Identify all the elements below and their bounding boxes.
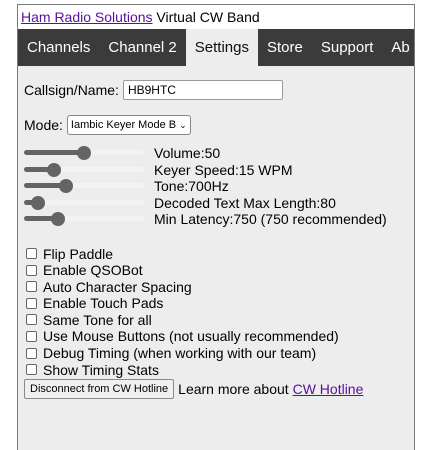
tone-row: Tone:700Hz bbox=[24, 178, 414, 194]
same-tone-label[interactable]: Same Tone for all bbox=[43, 312, 152, 328]
callsign-row: Callsign/Name: bbox=[24, 79, 414, 101]
tone-slider[interactable] bbox=[24, 178, 144, 194]
volume-slider[interactable] bbox=[24, 145, 144, 161]
decoded-text-length-label: Decoded Text Max Length:80 bbox=[154, 194, 336, 211]
slider-thumb[interactable] bbox=[31, 195, 46, 210]
mode-label: Mode: bbox=[24, 117, 63, 133]
tab-settings[interactable]: Settings bbox=[185, 29, 258, 66]
use-mouse-buttons-label[interactable]: Use Mouse Buttons (not usually recommend… bbox=[43, 328, 339, 344]
disconnect-hotline-button[interactable]: Disconnect from CW Hotline bbox=[24, 378, 175, 399]
tone-label: Tone:700Hz bbox=[154, 178, 229, 194]
enable-touch-pads-row: Enable Touch Pads bbox=[24, 295, 414, 311]
keyer-speed-label: Keyer Speed:15 WPM bbox=[154, 161, 293, 178]
keyer-speed-slider[interactable] bbox=[24, 162, 144, 178]
settings-panel: Callsign/Name: Mode: Iambic Keyer Mode B… bbox=[18, 79, 414, 399]
volume-row: Volume:50 bbox=[24, 145, 414, 161]
callsign-label: Callsign/Name: bbox=[24, 82, 119, 98]
enable-qsobot-label[interactable]: Enable QSOBot bbox=[43, 262, 143, 278]
use-mouse-buttons-checkbox[interactable] bbox=[26, 330, 37, 342]
tab-about[interactable]: Ab bbox=[382, 29, 414, 66]
tab-channel-2[interactable]: Channel 2 bbox=[99, 29, 185, 66]
enable-qsobot-row: Enable QSOBot bbox=[24, 262, 414, 278]
min-latency-slider[interactable] bbox=[24, 211, 144, 227]
slider-fill bbox=[24, 150, 84, 155]
mode-select-value: Iambic Keyer Mode B bbox=[70, 119, 177, 131]
flip-paddle-label[interactable]: Flip Paddle bbox=[43, 246, 113, 262]
hotline-row: Disconnect from CW Hotline Learn more ab… bbox=[24, 378, 414, 399]
ham-radio-solutions-link[interactable]: Ham Radio Solutions bbox=[21, 9, 153, 25]
enable-touch-pads-label[interactable]: Enable Touch Pads bbox=[43, 295, 163, 311]
tab-channels[interactable]: Channels bbox=[18, 29, 99, 66]
tab-bar: Channels Channel 2 Settings Store Suppor… bbox=[18, 29, 414, 66]
enable-touch-pads-checkbox[interactable] bbox=[26, 297, 37, 309]
debug-timing-checkbox[interactable] bbox=[26, 347, 37, 359]
slider-thumb[interactable] bbox=[47, 162, 61, 177]
min-latency-row: Min Latency:750 (750 recommended) bbox=[24, 211, 414, 227]
tab-store[interactable]: Store bbox=[258, 29, 312, 66]
learn-more-text: Learn more about CW Hotline bbox=[178, 381, 363, 397]
slider-thumb[interactable] bbox=[77, 146, 91, 160]
tab-support[interactable]: Support bbox=[312, 29, 383, 66]
callsign-input[interactable] bbox=[122, 80, 283, 100]
slider-group: Volume:50 Keyer Speed:15 WPM Tone:700Hz bbox=[24, 145, 414, 227]
decoded-text-length-slider[interactable] bbox=[24, 195, 144, 211]
auto-character-spacing-checkbox[interactable] bbox=[26, 281, 37, 293]
same-tone-checkbox[interactable] bbox=[26, 314, 37, 326]
mode-row: Mode: Iambic Keyer Mode B ⌄ bbox=[24, 115, 414, 135]
show-timing-stats-label[interactable]: Show Timing Stats bbox=[43, 362, 159, 378]
header-title: Virtual CW Band bbox=[156, 9, 260, 25]
volume-label: Volume:50 bbox=[154, 145, 221, 161]
flip-paddle-checkbox[interactable] bbox=[26, 248, 37, 259]
debug-timing-row: Debug Timing (when working with our team… bbox=[24, 345, 414, 361]
show-timing-stats-checkbox[interactable] bbox=[26, 364, 37, 376]
mode-select[interactable]: Iambic Keyer Mode B ⌄ bbox=[66, 115, 191, 135]
checkbox-group: Flip Paddle Enable QSOBot Auto Character… bbox=[24, 246, 414, 378]
min-latency-label: Min Latency:750 (750 recommended) bbox=[154, 211, 387, 227]
enable-qsobot-checkbox[interactable] bbox=[26, 264, 37, 276]
auto-character-spacing-row: Auto Character Spacing bbox=[24, 279, 414, 295]
cw-hotline-link[interactable]: CW Hotline bbox=[293, 381, 364, 397]
debug-timing-label[interactable]: Debug Timing (when working with our team… bbox=[43, 345, 316, 361]
decoded-text-length-row: Decoded Text Max Length:80 bbox=[24, 195, 414, 211]
learn-more-label: Learn more about bbox=[178, 380, 289, 397]
chevron-down-icon: ⌄ bbox=[179, 119, 187, 130]
show-timing-stats-row: Show Timing Stats bbox=[24, 362, 414, 378]
keyer-speed-row: Keyer Speed:15 WPM bbox=[24, 162, 414, 178]
app-frame: Ham Radio Solutions Virtual CW Band Chan… bbox=[17, 4, 415, 450]
header: Ham Radio Solutions Virtual CW Band bbox=[18, 5, 414, 29]
use-mouse-buttons-row: Use Mouse Buttons (not usually recommend… bbox=[24, 328, 414, 344]
slider-thumb[interactable] bbox=[50, 212, 65, 226]
slider-thumb[interactable] bbox=[59, 179, 73, 193]
same-tone-row: Same Tone for all bbox=[24, 312, 414, 328]
auto-character-spacing-label[interactable]: Auto Character Spacing bbox=[43, 279, 192, 295]
flip-paddle-row: Flip Paddle bbox=[24, 246, 414, 262]
